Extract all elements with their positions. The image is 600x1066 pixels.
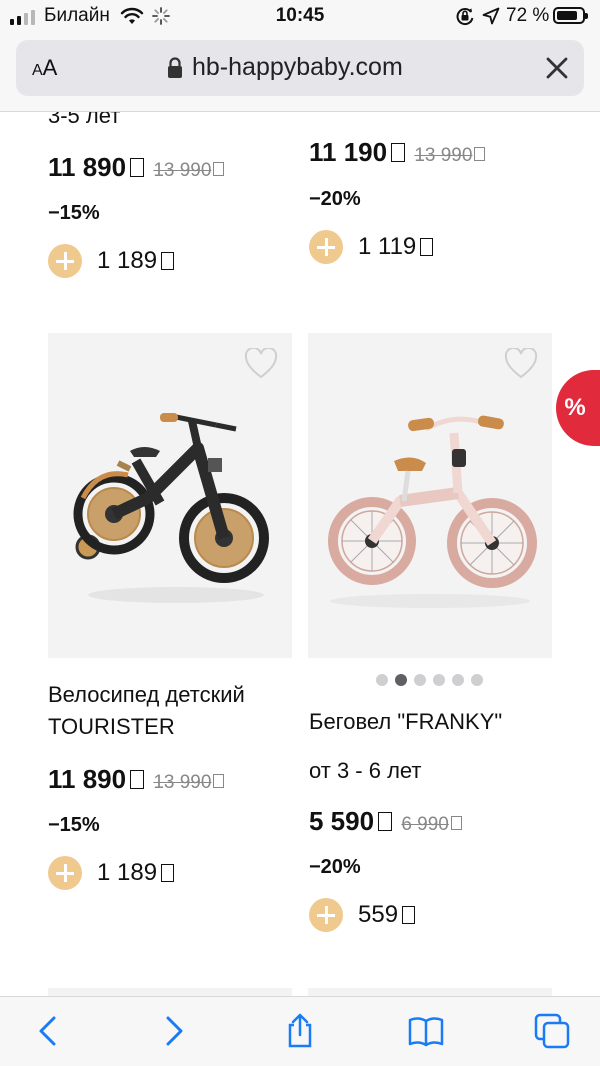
pagination-dot[interactable] bbox=[433, 674, 445, 686]
discount-label: −20% bbox=[309, 856, 361, 878]
ruble-icon bbox=[213, 774, 225, 788]
rotation-lock-icon bbox=[456, 8, 474, 25]
location-icon bbox=[482, 7, 500, 25]
bonus-plus-icon bbox=[48, 856, 82, 890]
ruble-icon bbox=[420, 238, 434, 256]
bonus-points: 1 189 bbox=[48, 855, 175, 891]
status-bar: Билайн 10:45 72 % bbox=[0, 0, 600, 36]
discount-label: −20% bbox=[309, 188, 361, 210]
product-name-line2[interactable]: от 3 - 6 лет bbox=[309, 755, 422, 787]
discount-label: −15% bbox=[48, 202, 100, 224]
lock-icon bbox=[168, 57, 182, 78]
bike-image bbox=[73, 413, 269, 603]
gallery-pagination[interactable] bbox=[376, 674, 483, 686]
heart-icon[interactable] bbox=[244, 348, 278, 380]
pagination-dot[interactable] bbox=[376, 674, 388, 686]
ruble-icon bbox=[474, 147, 486, 161]
product-price: 11 890 13 990 bbox=[48, 764, 225, 795]
battery-percent: 72 % bbox=[506, 5, 550, 26]
battery-icon bbox=[553, 7, 588, 24]
bonus-points: 1 189 bbox=[48, 243, 175, 279]
product-grid[interactable]: 3-5 лет 11 890 13 990 −15% 1 189 11 190 … bbox=[0, 112, 600, 996]
ruble-icon bbox=[130, 770, 145, 789]
next-product-image[interactable] bbox=[308, 988, 552, 996]
product-name[interactable]: 3-5 лет bbox=[48, 112, 120, 132]
bonus-plus-icon bbox=[48, 244, 82, 278]
ruble-icon bbox=[161, 252, 175, 270]
bonus-points: 1 119 bbox=[309, 229, 434, 265]
pagination-dot[interactable] bbox=[452, 674, 464, 686]
product-name-line2[interactable]: TOURISTER bbox=[48, 711, 175, 743]
pagination-dot[interactable] bbox=[471, 674, 483, 686]
balance-bike-image bbox=[328, 415, 537, 608]
next-product-image[interactable] bbox=[48, 988, 292, 996]
bonus-points: 559 bbox=[309, 897, 416, 933]
old-price: 13 990 bbox=[153, 160, 225, 181]
old-price: 13 990 bbox=[153, 772, 225, 793]
browser-toolbar bbox=[0, 996, 600, 1066]
ruble-icon bbox=[450, 816, 462, 830]
sale-badge-button[interactable]: % bbox=[556, 370, 600, 446]
browser-top-bar: Билайн 10:45 72 % AA hb-happybaby.com bbox=[0, 0, 600, 112]
ruble-icon bbox=[378, 812, 393, 831]
address-bar[interactable]: AA hb-happybaby.com bbox=[16, 40, 584, 96]
ruble-icon bbox=[130, 158, 145, 177]
ruble-icon bbox=[213, 162, 225, 176]
discount-label: −15% bbox=[48, 814, 100, 836]
heart-icon[interactable] bbox=[504, 348, 538, 380]
pagination-dot-active[interactable] bbox=[395, 674, 407, 686]
product-price: 5 590 6 990 bbox=[309, 806, 462, 837]
url-text[interactable]: hb-happybaby.com bbox=[192, 53, 403, 82]
share-icon[interactable] bbox=[282, 1013, 318, 1049]
bookmarks-icon[interactable] bbox=[408, 1013, 444, 1049]
ruble-icon bbox=[161, 864, 175, 882]
product-name[interactable]: Беговел "FRANKY" bbox=[309, 706, 502, 738]
product-name[interactable]: Велосипед детский bbox=[48, 679, 245, 711]
ruble-icon bbox=[391, 143, 406, 162]
product-image[interactable] bbox=[308, 333, 552, 658]
product-image[interactable] bbox=[48, 333, 292, 658]
bonus-plus-icon bbox=[309, 230, 343, 264]
close-icon[interactable] bbox=[543, 54, 571, 82]
pagination-dot[interactable] bbox=[414, 674, 426, 686]
tabs-icon[interactable] bbox=[534, 1013, 570, 1049]
old-price: 6 990 bbox=[401, 814, 462, 835]
old-price: 13 990 bbox=[414, 145, 486, 166]
product-price: 11 190 13 990 bbox=[309, 137, 486, 168]
product-price: 11 890 13 990 bbox=[48, 152, 225, 183]
text-size-button[interactable]: AA bbox=[32, 55, 57, 81]
back-icon[interactable] bbox=[30, 1013, 66, 1049]
forward-icon[interactable] bbox=[156, 1013, 192, 1049]
bonus-plus-icon bbox=[309, 898, 343, 932]
ruble-icon bbox=[402, 906, 416, 924]
